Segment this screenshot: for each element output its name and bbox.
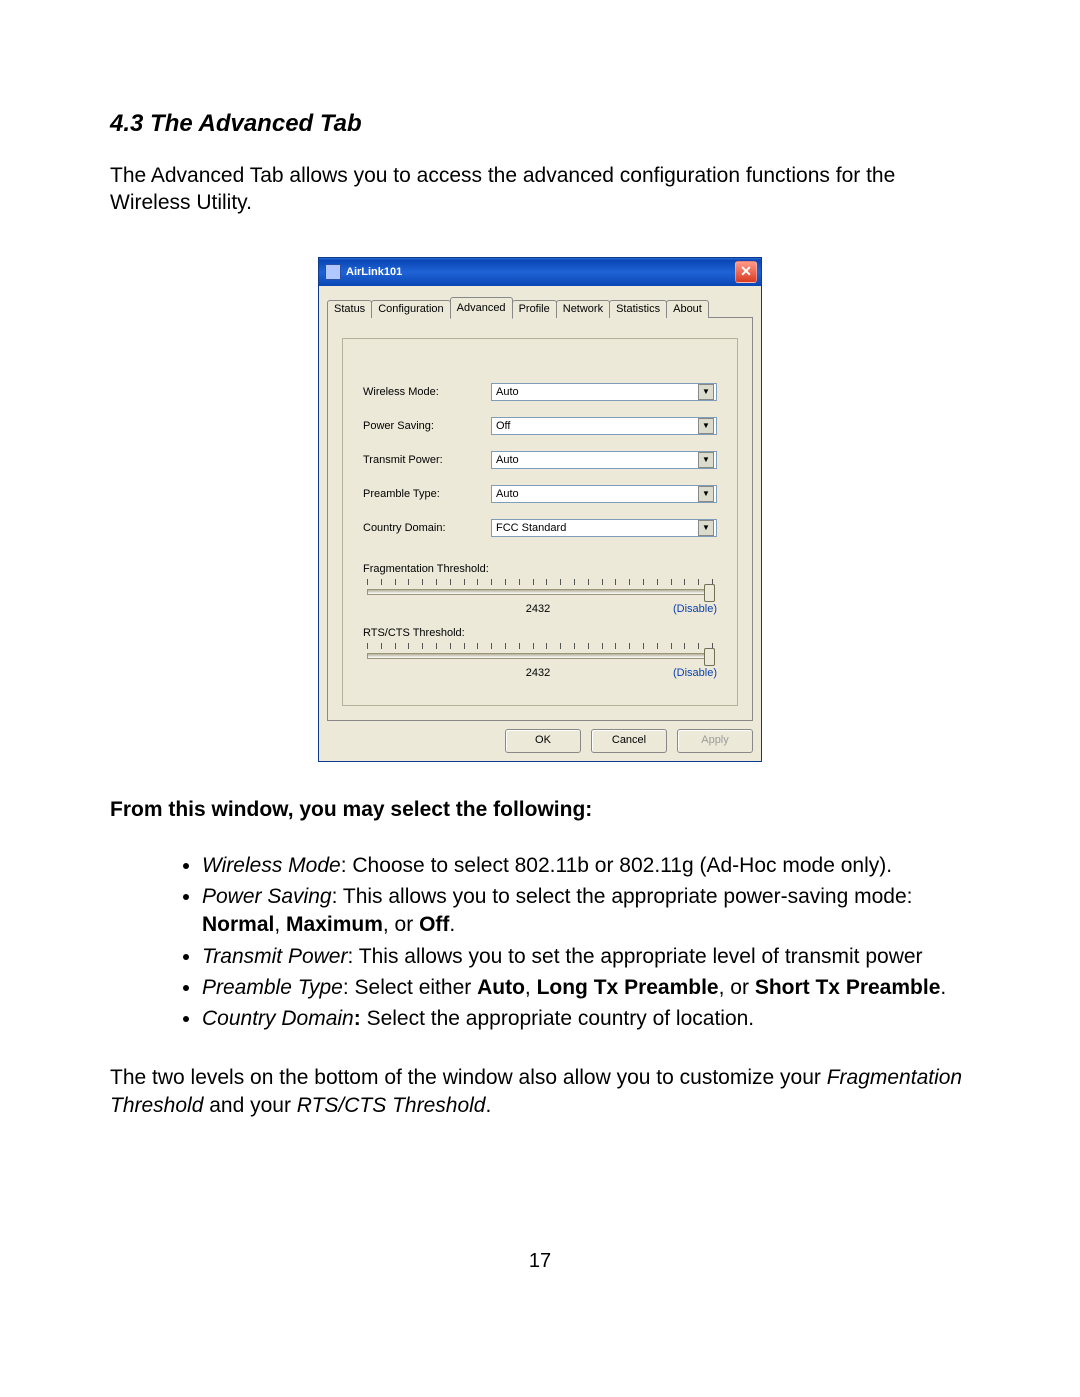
tab-strip: Status Configuration Advanced Profile Ne… (327, 297, 753, 318)
list-item: Country Domain: Select the appropriate c… (202, 1005, 970, 1033)
list-item: Preamble Type: Select either Auto, Long … (202, 974, 970, 1002)
country-domain-value: FCC Standard (496, 522, 566, 534)
rts-threshold-value: 2432 (403, 667, 673, 679)
section-title: 4.3 The Advanced Tab (110, 110, 970, 138)
list-item: Transmit Power: This allows you to set t… (202, 943, 970, 971)
ok-button[interactable]: OK (505, 729, 581, 753)
rts-threshold-slider[interactable] (363, 643, 717, 665)
preamble-type-select[interactable]: Auto ▼ (491, 485, 717, 503)
wireless-mode-value: Auto (496, 386, 519, 398)
section-number: 4.3 (110, 110, 143, 137)
list-item: Wireless Mode: Choose to select 802.11b … (202, 852, 970, 880)
frag-threshold-slider[interactable] (363, 579, 717, 601)
frag-threshold-label: Fragmentation Threshold: (363, 563, 717, 575)
closing-paragraph: The two levels on the bottom of the wind… (110, 1064, 970, 1121)
preamble-type-value: Auto (496, 488, 519, 500)
titlebar: AirLink101 ✕ (319, 258, 761, 286)
slider-thumb-icon[interactable] (704, 648, 715, 666)
term-country-domain: Country Domain (202, 1007, 354, 1030)
button-row: OK Cancel Apply (327, 729, 753, 753)
feature-list: Wireless Mode: Choose to select 802.11b … (110, 852, 970, 1034)
app-icon (325, 264, 341, 280)
transmit-power-label: Transmit Power: (363, 454, 491, 466)
transmit-power-value: Auto (496, 454, 519, 466)
section-heading: The Advanced Tab (150, 110, 362, 137)
country-domain-select[interactable]: FCC Standard ▼ (491, 519, 717, 537)
chevron-down-icon: ▼ (698, 486, 714, 502)
wireless-mode-label: Wireless Mode: (363, 386, 491, 398)
rts-disable-link[interactable]: (Disable) (673, 667, 717, 679)
list-item: Power Saving: This allows you to select … (202, 883, 970, 940)
term-power-saving: Power Saving (202, 885, 332, 908)
subheading: From this window, you may select the fol… (110, 798, 970, 822)
tab-statistics[interactable]: Statistics (609, 300, 667, 318)
page-number: 17 (110, 1250, 970, 1273)
close-button[interactable]: ✕ (735, 261, 757, 283)
tab-advanced[interactable]: Advanced (450, 297, 513, 319)
cancel-button[interactable]: Cancel (591, 729, 667, 753)
close-icon: ✕ (740, 263, 752, 280)
tab-about[interactable]: About (666, 300, 709, 318)
wireless-mode-select[interactable]: Auto ▼ (491, 383, 717, 401)
frag-disable-link[interactable]: (Disable) (673, 603, 717, 615)
country-domain-label: Country Domain: (363, 522, 491, 534)
chevron-down-icon: ▼ (698, 452, 714, 468)
tab-configuration[interactable]: Configuration (371, 300, 450, 318)
chevron-down-icon: ▼ (698, 520, 714, 536)
power-saving-label: Power Saving: (363, 420, 491, 432)
chevron-down-icon: ▼ (698, 384, 714, 400)
apply-button: Apply (677, 729, 753, 753)
tab-panel: Wireless Mode: Auto ▼ Power Saving: Off … (327, 317, 753, 721)
power-saving-select[interactable]: Off ▼ (491, 417, 717, 435)
term-transmit-power: Transmit Power (202, 945, 347, 968)
app-window: AirLink101 ✕ Status Configuration Advanc… (318, 257, 762, 762)
tab-status[interactable]: Status (327, 300, 372, 318)
chevron-down-icon: ▼ (698, 418, 714, 434)
slider-thumb-icon[interactable] (704, 584, 715, 602)
rts-threshold-label: RTS/CTS Threshold: (363, 627, 717, 639)
preamble-type-label: Preamble Type: (363, 488, 491, 500)
power-saving-value: Off (496, 420, 510, 432)
term-wireless-mode: Wireless Mode (202, 854, 341, 877)
tab-network[interactable]: Network (556, 300, 610, 318)
window-title: AirLink101 (346, 266, 402, 278)
settings-group: Wireless Mode: Auto ▼ Power Saving: Off … (342, 338, 738, 706)
transmit-power-select[interactable]: Auto ▼ (491, 451, 717, 469)
term-preamble-type: Preamble Type (202, 976, 343, 999)
tab-profile[interactable]: Profile (512, 300, 557, 318)
section-intro: The Advanced Tab allows you to access th… (110, 162, 970, 217)
frag-threshold-value: 2432 (403, 603, 673, 615)
